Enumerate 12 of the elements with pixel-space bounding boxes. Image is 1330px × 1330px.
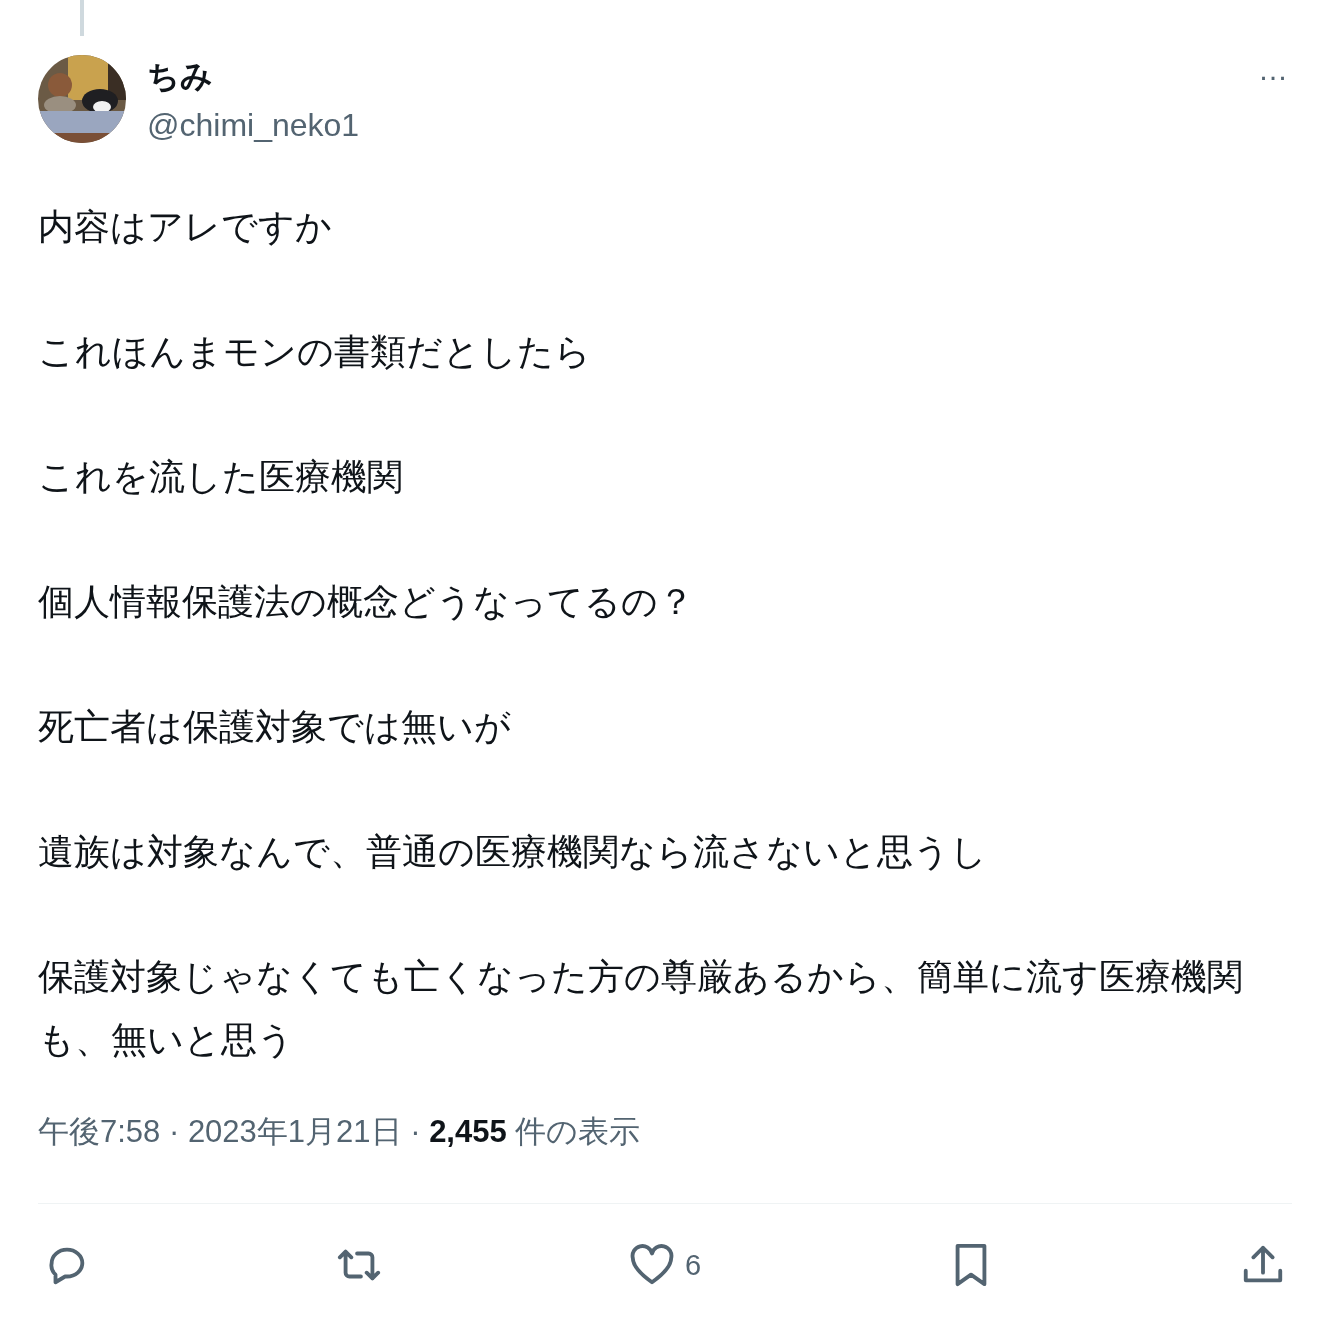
like-button[interactable]: 6	[622, 1242, 708, 1288]
tweet-paragraph: これほんまモンの書類だとしたら	[38, 330, 592, 374]
tweet-paragraph: 死亡者は保護対象では無いが	[38, 705, 512, 749]
tweet-paragraph: 遺族は対象なんで、普通の医療機関なら流さないと思うし	[38, 830, 988, 874]
more-button[interactable]: …	[1254, 53, 1292, 87]
tweet-paragraph: 保護対象じゃなくても亡くなった方の尊厳あるから、簡単に流す医療機関も、無いと思う	[38, 955, 1244, 1062]
tweet-paragraph: これを流した医療機関	[38, 455, 404, 499]
author-handle[interactable]: @chimi_neko1	[147, 106, 360, 144]
tweet-paragraph: 個人情報保護法の概念どうなってるの？	[38, 580, 695, 624]
tweet-meta: 午後7:58 · 2023年1月21日 · 2,455 件の表示	[38, 1113, 641, 1151]
tweet-paragraph: 内容はアレですか	[38, 205, 333, 249]
author-name[interactable]: ちみ	[147, 54, 213, 99]
